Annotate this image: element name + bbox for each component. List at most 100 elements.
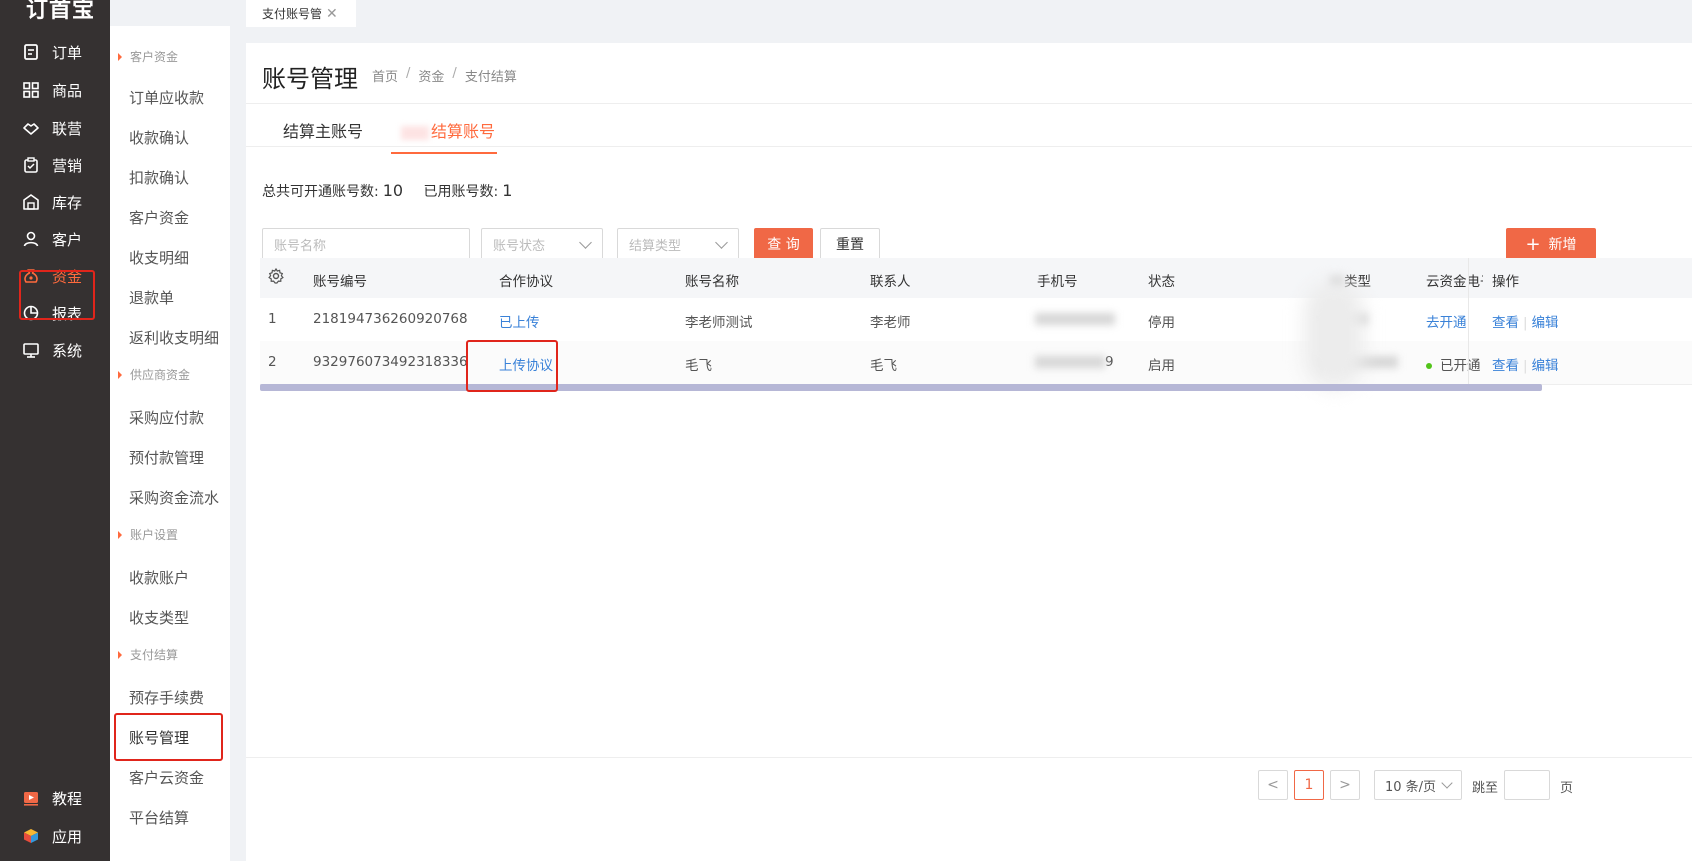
user-icon	[22, 230, 40, 248]
settle-type-select[interactable]: 结算类型	[617, 228, 739, 260]
highlight-box-upload-agreement	[466, 340, 558, 392]
breadcrumb-funds[interactable]: 资金	[418, 66, 444, 85]
menu-item[interactable]: 退款单	[129, 287, 174, 308]
order-icon	[22, 43, 40, 61]
menu-item[interactable]: 客户云资金	[129, 767, 204, 788]
account-name-input[interactable]: 账号名称	[262, 228, 470, 260]
contact-name: 李老师	[870, 315, 911, 331]
menu-item[interactable]: 扣款确认	[129, 167, 189, 188]
total-value: 10	[382, 181, 404, 200]
query-button[interactable]: 查 询	[754, 228, 813, 260]
redacted-mark	[401, 125, 430, 140]
menu-group: 供应商资金	[118, 366, 190, 383]
menu-item[interactable]: 收款确认	[129, 127, 189, 148]
view-link[interactable]: 查看	[1492, 358, 1519, 374]
page-tab-label: 支付账号管	[262, 7, 323, 21]
menu-item[interactable]: 订单应收款	[129, 87, 204, 108]
nav-item-marketing[interactable]: 营销	[22, 148, 92, 182]
menu-item[interactable]: 收款账户	[129, 567, 189, 588]
video-icon	[22, 789, 40, 807]
grid-icon	[22, 81, 40, 99]
agreement-uploaded-link[interactable]: 已上传	[499, 311, 540, 331]
page-tab[interactable]: 支付账号管 ✕	[246, 0, 356, 27]
menu-item[interactable]: 收支类型	[129, 607, 189, 628]
status-dot-icon	[1426, 363, 1432, 369]
phone-tail: 9	[1105, 354, 1114, 370]
menu-item[interactable]: 客户资金	[129, 207, 189, 228]
col-phone: 手机号	[1037, 274, 1078, 290]
chevron-down-icon	[1441, 777, 1453, 789]
menu-group: 支付结算	[118, 646, 178, 663]
jump-page-input[interactable]	[1504, 770, 1550, 800]
clipboard-icon	[22, 156, 40, 174]
menu-item[interactable]: 预存手续费	[129, 687, 204, 708]
col-actions: 操作	[1492, 274, 1519, 290]
nav-item-inventory[interactable]: 库存	[22, 185, 92, 219]
triangle-icon	[118, 370, 122, 379]
account-no: 932976073492318336	[313, 354, 468, 370]
divider	[246, 757, 1692, 758]
nav-item-products[interactable]: 商品	[22, 73, 92, 107]
chevron-down-icon	[715, 236, 728, 249]
settings-gear-icon[interactable]	[268, 267, 284, 288]
cloud-status: 已开通	[1426, 354, 1481, 374]
nav-label: 教程	[52, 789, 83, 808]
menu-item[interactable]: 采购资金流水	[129, 487, 219, 508]
table-header: 账号编号 合作协议 账号名称 联系人 手机号 状态 类型 云资金电子 操作	[260, 258, 1692, 298]
row-actions: 查看 | 编辑	[1492, 315, 1559, 331]
tab-main-account[interactable]: 结算主账号	[283, 118, 363, 154]
menu-item[interactable]: 平台结算	[129, 807, 189, 828]
menu-item[interactable]: 收支明细	[129, 247, 189, 268]
status-text: 启用	[1148, 358, 1175, 374]
monitor-icon	[22, 341, 40, 359]
app-logo: 订首宝	[26, 0, 96, 23]
tab-settle-account[interactable]: 结算账号	[391, 118, 498, 154]
nav-label: 联营	[52, 119, 83, 138]
col-agreement: 合作协议	[499, 274, 553, 290]
table-row: 1 218194736260920768 已上传 李老师测试 李老师 停用 去开…	[260, 298, 1692, 342]
tab-strip: 支付账号管 ✕	[246, 0, 1692, 27]
breadcrumb-home[interactable]: 首页	[372, 66, 398, 85]
nav-item-orders[interactable]: 订单	[22, 35, 92, 69]
status-text: 停用	[1148, 315, 1175, 331]
jump-label: 跳至	[1472, 781, 1499, 796]
col-account-name: 账号名称	[685, 274, 739, 290]
edit-link[interactable]: 编辑	[1532, 315, 1559, 331]
phone-redacted: 9	[1035, 354, 1114, 370]
divider	[246, 103, 1692, 104]
menu-item[interactable]: 采购应付款	[129, 407, 204, 428]
triangle-icon	[118, 530, 122, 539]
add-button[interactable]: + 新增	[1506, 228, 1596, 260]
menu-item[interactable]: 预付款管理	[129, 447, 204, 468]
close-icon[interactable]: ✕	[326, 6, 338, 22]
phone-redacted	[1035, 311, 1115, 327]
nav-item-apps[interactable]: 应用	[22, 819, 92, 853]
handshake-icon	[22, 119, 40, 137]
open-cloud-link[interactable]: 去开通	[1426, 311, 1467, 331]
breadcrumb-payment: 支付结算	[464, 70, 517, 85]
nav-item-customers[interactable]: 客户	[22, 222, 92, 256]
row-index: 2	[268, 354, 277, 370]
page-1-button[interactable]: 1	[1294, 770, 1324, 800]
page-suffix: 页	[1560, 781, 1574, 796]
nav-label: 商品	[52, 81, 83, 100]
nav-item-system[interactable]: 系统	[22, 333, 92, 367]
menu-item[interactable]: 返利收支明细	[129, 327, 219, 348]
next-page-button[interactable]: >	[1330, 770, 1360, 800]
plus-icon: +	[1525, 233, 1541, 255]
page-size-select[interactable]: 10 条/页	[1374, 770, 1462, 800]
cube-icon	[22, 827, 40, 845]
reset-button[interactable]: 重置	[820, 228, 880, 260]
view-link[interactable]: 查看	[1492, 315, 1519, 331]
prev-page-button[interactable]: <	[1258, 770, 1288, 800]
account-status-select[interactable]: 账号状态	[481, 228, 603, 260]
edit-link[interactable]: 编辑	[1532, 358, 1559, 374]
total-label: 总共可开通账号数:	[262, 184, 379, 200]
horizontal-scrollbar[interactable]	[260, 384, 1542, 391]
fixed-column-divider	[1468, 258, 1469, 384]
triangle-icon	[118, 650, 122, 659]
nav-item-tutorial[interactable]: 教程	[22, 781, 92, 815]
nav-item-joint[interactable]: 联营	[22, 111, 92, 145]
highlight-box-account-management	[114, 713, 223, 761]
highlight-box-funds	[19, 270, 95, 320]
